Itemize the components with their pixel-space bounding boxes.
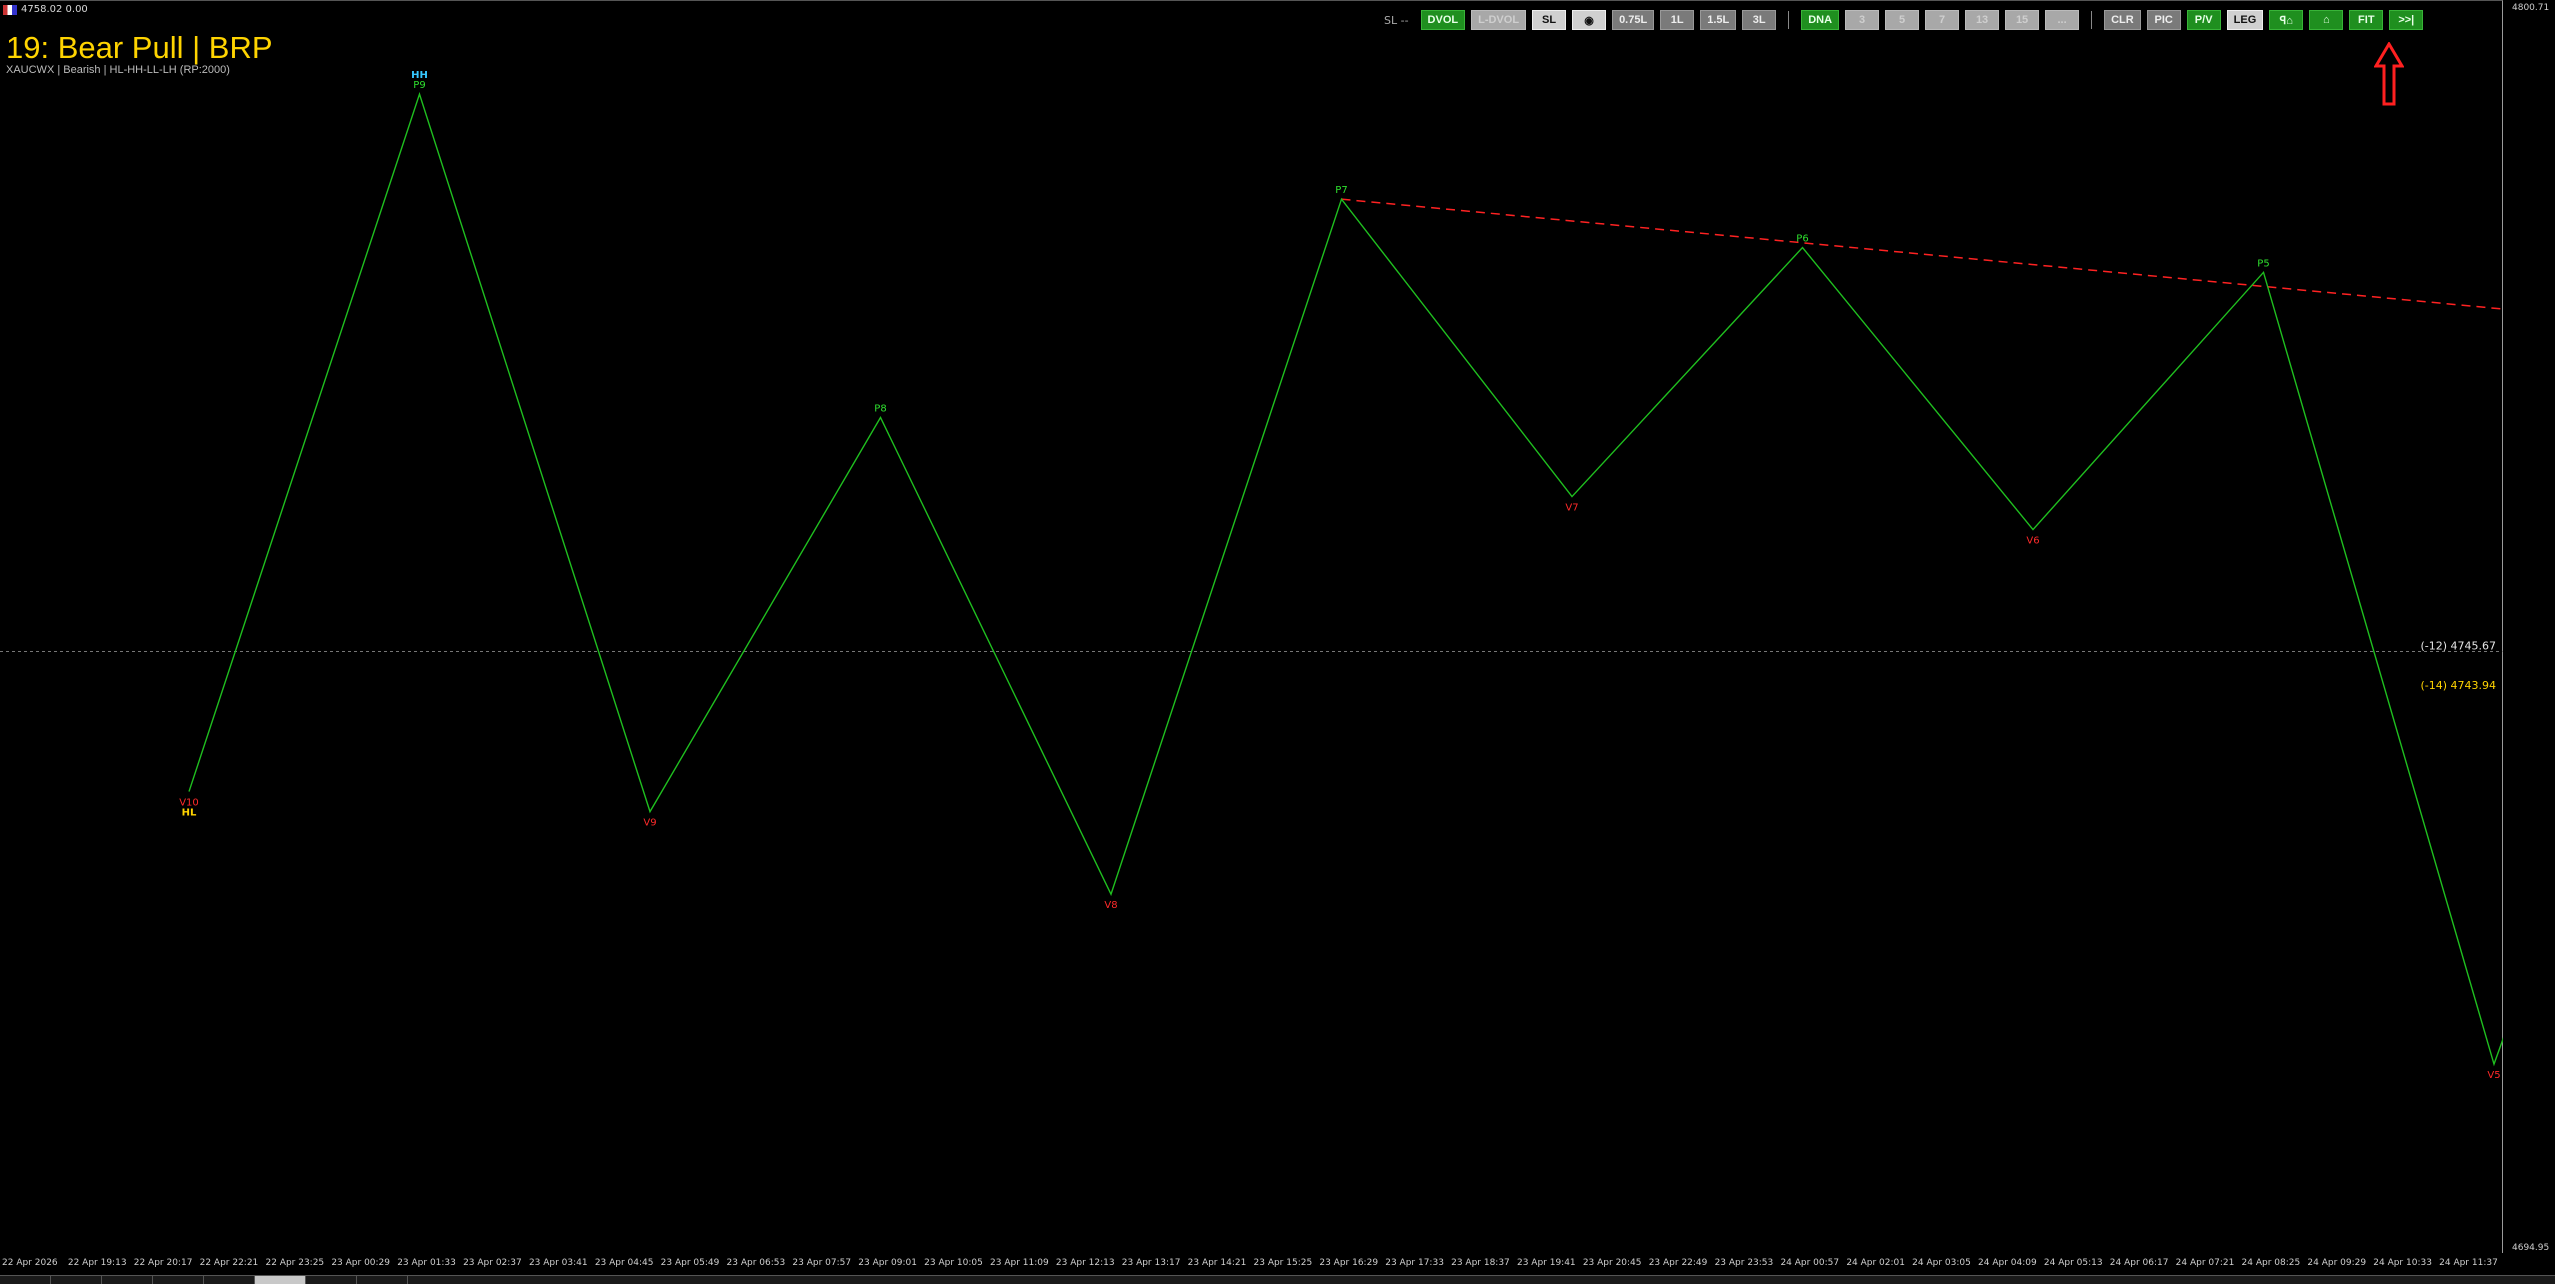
swing-label-v8: V8 <box>1104 900 1117 911</box>
time-axis-label: 23 Apr 06:53 <box>726 1258 786 1268</box>
swing-label-v5: V5 <box>2487 1070 2500 1081</box>
time-axis-label: 24 Apr 06:17 <box>2109 1258 2169 1268</box>
time-axis-label: 23 Apr 11:09 <box>990 1258 1049 1268</box>
time-axis-label: 23 Apr 00:29 <box>331 1258 391 1268</box>
time-axis-label: 24 Apr 11:37 <box>2439 1258 2498 1268</box>
time-axis-label: 23 Apr 17:33 <box>1385 1258 1444 1268</box>
time-axis-label: 23 Apr 19:41 <box>1516 1258 1576 1268</box>
swing-tag-hh: HH <box>411 70 428 81</box>
zigzag-chart: V10HLP9HHV9P8V8P7V7P6V6P5V5P4V4P3V3LLP2V… <box>0 70 2555 1081</box>
time-axis-label: 23 Apr 22:49 <box>1648 1258 1708 1268</box>
swing-label-p5: P5 <box>2257 258 2269 269</box>
time-axis-label: 23 Apr 01:33 <box>397 1258 456 1268</box>
time-axis-label: 23 Apr 10:05 <box>924 1258 983 1268</box>
time-axis-label: 23 Apr 09:01 <box>858 1258 917 1268</box>
time-axis-label: 24 Apr 04:09 <box>1978 1258 2037 1268</box>
time-axis-label: 22 Apr 23:25 <box>265 1258 325 1268</box>
time-axis-label: 24 Apr 00:57 <box>1780 1258 1840 1268</box>
time-axis-label: 24 Apr 08:25 <box>2241 1258 2301 1268</box>
time-axis-label: 22 Apr 2026 <box>2 1258 58 1268</box>
level-label: (-14) 4743.94 <box>2420 679 2496 692</box>
time-axis-label: 24 Apr 09:29 <box>2307 1258 2367 1268</box>
trendline <box>1341 198 2555 315</box>
chart-overlay: V10HLP9HHV9P8V8P7V7P6V6P5V5P4V4P3V3LLP2V… <box>0 0 2555 1257</box>
swing-label-p7: P7 <box>1335 185 1347 196</box>
time-axis-label: 23 Apr 14:21 <box>1187 1258 1247 1268</box>
time-axis-label: 22 Apr 22:21 <box>199 1258 259 1268</box>
swing-label-p6: P6 <box>1796 234 1808 245</box>
time-axis-label: 23 Apr 12:13 <box>1055 1258 1115 1268</box>
time-axis-label: 24 Apr 05:13 <box>2043 1258 2103 1268</box>
time-axis-label: 23 Apr 15:25 <box>1253 1258 1313 1268</box>
swing-label-v7: V7 <box>1565 503 1578 514</box>
time-axis: 22 Apr 2026 22 Apr 19:13 22 Apr 20:17 22 Ap… <box>0 1253 2503 1275</box>
time-axis-label: 24 Apr 03:05 <box>1912 1258 1971 1268</box>
price-axis-max: 4800.71 <box>2512 3 2550 13</box>
time-axis-label: 24 Apr 07:21 <box>2175 1258 2235 1268</box>
time-axis-label: 24 Apr 10:33 <box>2373 1258 2432 1268</box>
swing-label-p8: P8 <box>874 403 886 414</box>
time-axis-label: 23 Apr 05:49 <box>660 1258 720 1268</box>
time-axis-label: 23 Apr 20:45 <box>1582 1258 1642 1268</box>
swing-label-p9: P9 <box>413 80 425 91</box>
time-axis-label: 22 Apr 19:13 <box>67 1258 127 1268</box>
zigzag-line <box>188 91 2555 1067</box>
time-axis-label: 23 Apr 23:53 <box>1714 1258 1774 1268</box>
level-label: (-12) 4745.67 <box>2420 639 2496 652</box>
time-axis-label: 24 Apr 02:01 <box>1846 1258 1905 1268</box>
up-arrow-icon <box>2374 42 2404 106</box>
swing-tag-hl: HL <box>182 808 197 819</box>
time-axis-label: 23 Apr 03:41 <box>528 1258 588 1268</box>
swing-label-v9: V9 <box>643 818 656 829</box>
time-axis-label: 23 Apr 18:37 <box>1451 1258 1510 1268</box>
time-axis-label: 23 Apr 02:37 <box>463 1258 522 1268</box>
time-axis-label: 23 Apr 04:45 <box>594 1258 654 1268</box>
price-axis-min: 4694.95 <box>2512 1243 2550 1253</box>
time-axis-label: 22 Apr 20:17 <box>133 1258 193 1268</box>
time-axis-label: 23 Apr 13:17 <box>1121 1258 1181 1268</box>
time-axis-label: 23 Apr 16:29 <box>1319 1258 1379 1268</box>
time-axis-label: 23 Apr 07:57 <box>792 1258 852 1268</box>
swing-label-v6: V6 <box>2026 536 2039 547</box>
